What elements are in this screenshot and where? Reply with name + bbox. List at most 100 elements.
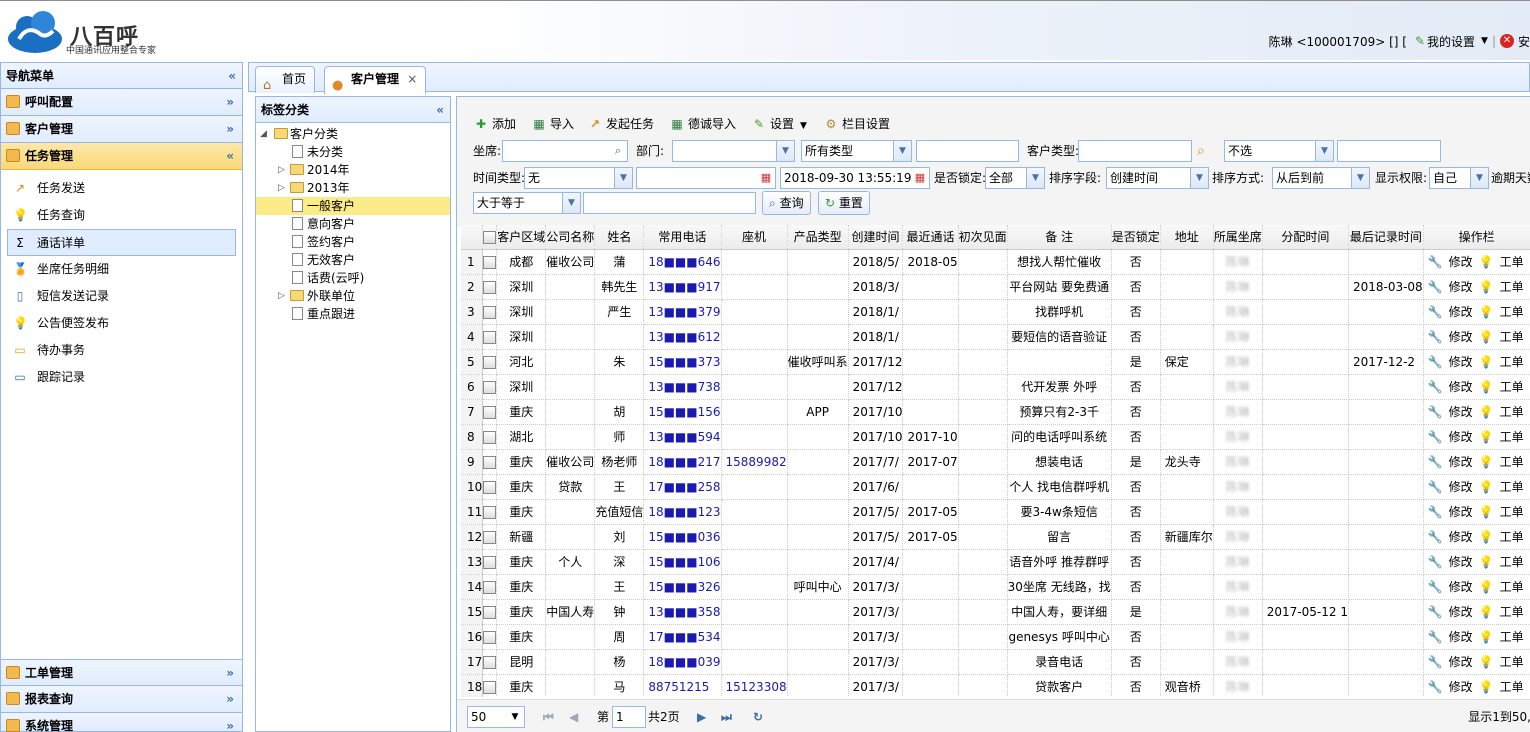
table-row[interactable]: 2 深圳 韩先生 13■■■917 2018/3/平台网站 要免费通否 陈琳 2018-03… — [461, 274, 1530, 300]
edit-link[interactable]: 修改 — [1449, 255, 1473, 269]
menu-item-notice[interactable]: 💡 公告便签发布 — [1, 310, 242, 337]
row-checkbox[interactable] — [483, 405, 496, 419]
ticket-link[interactable]: 工单 — [1500, 480, 1524, 494]
refresh-icon[interactable]: ↻ — [753, 706, 763, 728]
edit-link[interactable]: 修改 — [1449, 605, 1473, 619]
column-header[interactable]: 公司名称 — [545, 225, 596, 250]
row-select-cell[interactable] — [482, 624, 498, 650]
ticket-link[interactable]: 工单 — [1500, 305, 1524, 319]
locked-select[interactable]: 全部 ▼ — [985, 167, 1045, 189]
expand-icon[interactable]: » — [226, 686, 234, 713]
ticket-link[interactable]: 工单 — [1500, 655, 1524, 669]
column-header[interactable]: 最近通话 — [902, 225, 959, 250]
row-checkbox[interactable] — [483, 255, 496, 269]
tree-node[interactable]: 一般客户 — [256, 197, 450, 215]
ticket-link[interactable]: 工单 — [1500, 680, 1524, 694]
end-date-input[interactable]: 2018-09-30 13:55:19 ▦ — [780, 167, 930, 189]
ticket-link[interactable]: 工单 — [1500, 405, 1524, 419]
row-select-cell[interactable] — [482, 674, 498, 697]
row-select-cell[interactable] — [482, 499, 498, 525]
table-row[interactable]: 8 湖北 师 13■■■594 2017/10 2017-10 问的电话呼叫系统否 陈琳 🔧 修改… — [461, 424, 1530, 450]
row-select-cell[interactable] — [482, 599, 498, 625]
last-page-icon[interactable]: ⏭ — [721, 706, 732, 728]
row-select-cell[interactable] — [482, 649, 498, 675]
page-number-input[interactable]: 1 — [612, 706, 646, 728]
column-header[interactable]: 姓名 — [594, 225, 645, 250]
ticket-link[interactable]: 工单 — [1500, 380, 1524, 394]
type-select[interactable]: 所有类型 ▼ — [801, 140, 912, 162]
ticket-link[interactable]: 工单 — [1500, 580, 1524, 594]
edit-link[interactable]: 修改 — [1449, 405, 1473, 419]
row-checkbox[interactable] — [483, 555, 496, 569]
expand-icon[interactable]: ▷ — [278, 179, 288, 197]
table-row[interactable]: 12 新疆 刘 15■■■036 2017/5/2017-05 留言否新疆库尔 陈琳 🔧 修改 💡… — [461, 524, 1530, 550]
edit-link[interactable]: 修改 — [1449, 580, 1473, 594]
row-checkbox[interactable] — [483, 330, 496, 344]
expand-icon[interactable]: » — [226, 660, 234, 687]
column-header[interactable]: 操作栏 — [1423, 225, 1530, 250]
row-checkbox[interactable] — [483, 455, 496, 469]
sort-order-select[interactable]: 从后到前 ▼ — [1272, 167, 1370, 189]
start-task-button[interactable]: ↗ 发起任务 — [587, 114, 654, 134]
ticket-link[interactable]: 工单 — [1500, 430, 1524, 444]
row-select-cell[interactable] — [482, 449, 498, 475]
row-select-cell[interactable] — [482, 299, 498, 325]
collapse-icon[interactable]: « — [228, 63, 236, 89]
table-row[interactable]: 15 重庆 中国人寿钟 13■■■358 2017/3/中国人寿，要详细是 陈琳 2017-… — [461, 599, 1530, 625]
edit-link[interactable]: 修改 — [1449, 655, 1473, 669]
nav-section-report[interactable]: 报表查询 » — [1, 686, 242, 713]
column-header[interactable]: 备 注 — [1007, 225, 1112, 250]
column-header[interactable]: 最后记录时间 — [1348, 225, 1424, 250]
row-checkbox[interactable] — [483, 605, 496, 619]
tree-node[interactable]: 无效客户 — [256, 251, 450, 269]
customer-type-input[interactable] — [1078, 140, 1192, 162]
dept-select[interactable]: ▼ — [672, 140, 795, 162]
permission-select[interactable]: 自己 ▼ — [1429, 167, 1489, 189]
edit-link[interactable]: 修改 — [1449, 555, 1473, 569]
table-row[interactable]: 7 重庆 胡 15■■■156 APP 2017/10 预算只有2-3千否 陈琳 🔧 修改 💡 工单 — [461, 399, 1530, 425]
keyword-input[interactable] — [916, 140, 1019, 162]
ticket-link[interactable]: 工单 — [1500, 255, 1524, 269]
table-row[interactable]: 18 重庆 马 88751215 15123308 2017/3/贷款客户否观音桥 陈琳 🔧 修… — [461, 674, 1530, 697]
logout-link[interactable]: 安 — [1518, 33, 1530, 50]
tree-node[interactable]: ▷ 2013年 — [256, 179, 450, 197]
tree-root[interactable]: ◢ 客户分类 — [256, 125, 450, 143]
collapse-icon[interactable]: « — [436, 97, 444, 123]
menu-item-sms-log[interactable]: ▯ 短信发送记录 — [1, 283, 242, 310]
tab-customer-management[interactable]: ● 客户管理 × — [324, 66, 427, 94]
edit-link[interactable]: 修改 — [1449, 480, 1473, 494]
tree-node[interactable]: 未分类 — [256, 143, 450, 161]
seat-search-input[interactable]: ⌕ — [502, 140, 628, 162]
search-icon[interactable]: ⌕ — [609, 141, 627, 161]
ticket-link[interactable]: 工单 — [1500, 505, 1524, 519]
row-checkbox[interactable] — [483, 380, 496, 394]
row-select-cell[interactable] — [482, 424, 498, 450]
column-settings-button[interactable]: ⚙ 栏目设置 — [823, 114, 890, 134]
row-select-cell[interactable] — [482, 274, 498, 300]
my-settings-link[interactable]: 我的设置 — [1427, 33, 1475, 50]
unselected-select[interactable]: 不选 ▼ — [1224, 140, 1334, 162]
menu-item-task-send[interactable]: ↗ 任务发送 — [1, 175, 242, 202]
time-type-select[interactable]: 无 ▼ — [524, 167, 633, 189]
row-select-cell[interactable] — [482, 474, 498, 500]
edit-link[interactable]: 修改 — [1449, 280, 1473, 294]
ticket-link[interactable]: 工单 — [1500, 630, 1524, 644]
ticket-link[interactable]: 工单 — [1500, 330, 1524, 344]
calendar-icon[interactable]: ▦ — [757, 168, 775, 188]
expanded-icon[interactable]: ◢ — [260, 125, 270, 143]
tree-node[interactable]: 话费(云呼) — [256, 269, 450, 287]
nav-section-customer[interactable]: 客户管理 » — [1, 116, 242, 143]
settings-menu-button[interactable]: ✎ 设置 ▼ — [751, 114, 807, 134]
first-page-icon[interactable]: ⏮ — [543, 706, 554, 728]
row-checkbox[interactable] — [483, 530, 496, 544]
edit-link[interactable]: 修改 — [1449, 355, 1473, 369]
row-select-cell[interactable] — [482, 249, 498, 275]
column-header[interactable]: 客户区域 — [496, 225, 547, 250]
table-row[interactable]: 11 重庆 充值短信 18■■■123 2017/5/2017-05 要3-4w条短信否 陈… — [461, 499, 1530, 525]
reset-button[interactable]: ↻ 重置 — [818, 191, 870, 215]
tree-node[interactable]: ▷ 外联单位 — [256, 287, 450, 305]
row-checkbox[interactable] — [483, 280, 496, 294]
search-icon[interactable]: ⌕ — [1197, 140, 1205, 162]
expand-icon[interactable]: » — [226, 116, 234, 143]
row-checkbox[interactable] — [483, 430, 496, 444]
